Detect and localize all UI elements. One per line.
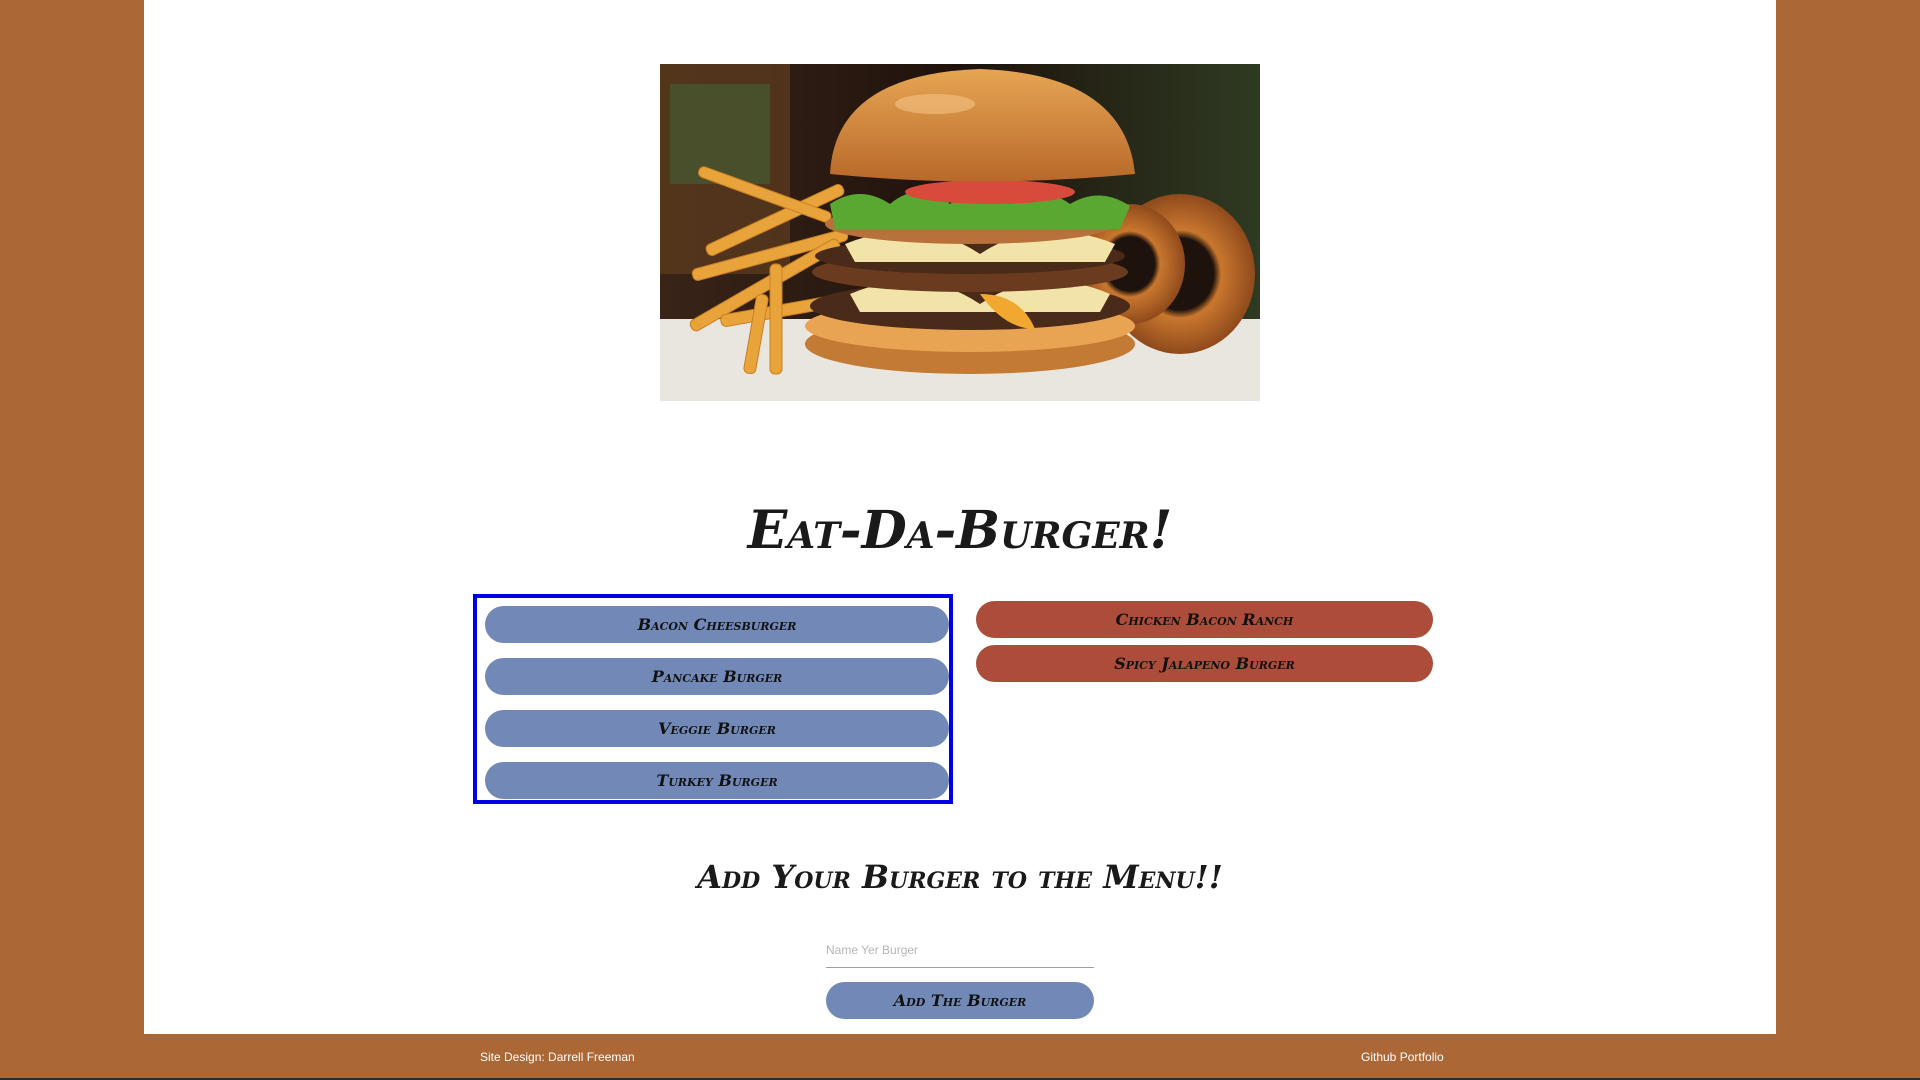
burger-photo-illustration (660, 64, 1260, 401)
burger-name-input[interactable] (826, 933, 1094, 968)
add-burger-heading: Add Your Burger to the Menu!! (697, 858, 1223, 896)
devour-burger-list: Bacon Cheesburger Pancake Burger Veggie … (473, 594, 953, 804)
page-title: Eat-Da-Burger! (747, 500, 1173, 561)
page-container: Eat-Da-Burger! Bacon Cheesburger Pancake… (144, 0, 1776, 1034)
devour-burger-button-veggie-burger[interactable]: Veggie Burger (485, 710, 949, 747)
devour-burger-button-turkey-burger[interactable]: Turkey Burger (485, 762, 949, 799)
site-design-credit: Site Design: Darrell Freeman (480, 1050, 635, 1064)
github-portfolio-link[interactable]: Github Portfolio (1361, 1050, 1444, 1064)
devoured-burger-button-chicken-bacon-ranch[interactable]: Chicken Bacon Ranch (976, 601, 1433, 638)
devoured-burger-button-spicy-jalapeno-burger[interactable]: Spicy Jalapeno Burger (976, 645, 1433, 682)
add-burger-button[interactable]: Add The Burger (826, 982, 1094, 1019)
devour-burger-button-pancake-burger[interactable]: Pancake Burger (485, 658, 949, 695)
burger-hero-image (660, 64, 1260, 401)
devour-burger-button-bacon-cheesburger[interactable]: Bacon Cheesburger (485, 606, 949, 643)
